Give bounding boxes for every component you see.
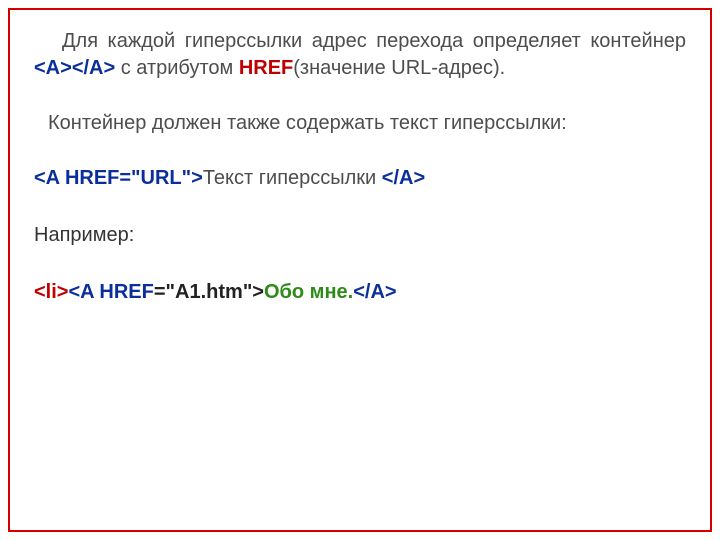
tag-a-close: </A> — [72, 57, 115, 79]
ex-val: ="A1.htm"> — [154, 281, 264, 303]
paragraph-description: Контейнер должен также содержать текст г… — [34, 110, 686, 137]
example-code: <li><A HREF="A1.htm">Обо мне.</A> — [34, 279, 686, 306]
href-attr: HREF — [239, 57, 293, 79]
ex-li: <li> — [34, 281, 68, 303]
intro-text-2: с атрибутом — [115, 57, 239, 79]
syntax-linktext: Текст гиперссылки — [203, 167, 382, 189]
syntax-line: <A HREF="URL">Текст гиперссылки </A> — [34, 165, 686, 192]
example-text: Например: — [34, 224, 134, 246]
example-label: Например: — [34, 222, 686, 249]
ex-close: </A> — [353, 281, 396, 303]
intro-text-3: (значение URL-адрес). — [293, 57, 505, 79]
description-text: Контейнер должен также содержать текст г… — [48, 112, 567, 134]
slide-container: Для каждой гиперссылки адрес перехода оп… — [8, 8, 712, 532]
paragraph-intro: Для каждой гиперссылки адрес перехода оп… — [34, 28, 686, 82]
intro-text-1: Для каждой гиперссылки адрес перехода оп… — [62, 30, 686, 52]
ex-a: <A HREF — [68, 281, 153, 303]
ex-txt: Обо мне. — [264, 281, 353, 303]
syntax-open: <A HREF="URL"> — [34, 167, 203, 189]
syntax-close: </A> — [382, 167, 425, 189]
tag-a-open: <A> — [34, 57, 72, 79]
